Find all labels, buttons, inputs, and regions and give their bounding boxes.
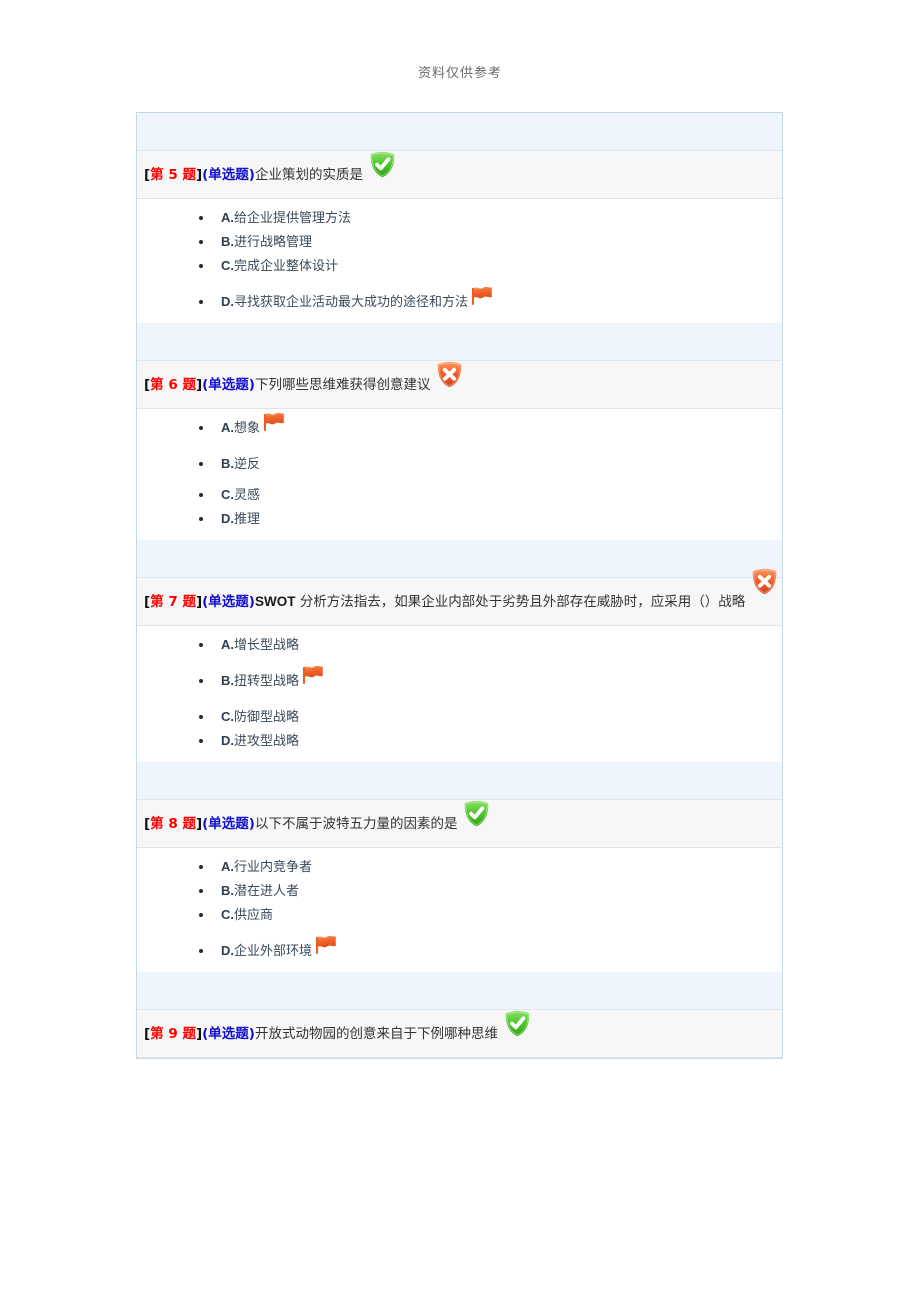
shield-x-icon — [436, 361, 463, 388]
option-item[interactable]: C.完成企业整体设计 — [199, 257, 782, 275]
option-letter: A. — [221, 859, 234, 874]
question-options-row: A.给企业提供管理方法 B.进行战略管理 C.完成企业整体设计 D.寻找获取企业活动最… — [137, 199, 782, 323]
option-item[interactable]: D.推理 — [199, 510, 782, 528]
question-type-label: (单选题) — [202, 594, 255, 610]
option-text: 推理 — [234, 512, 261, 527]
option-text: 行业内竞争者 — [234, 860, 313, 875]
shield-check-icon — [463, 800, 490, 827]
quiz-question-table: [第 5 题](单选题)企业策划的实质是 A.给企业提供管理方法 B.进行战略管理 C… — [136, 112, 783, 1059]
option-text: 完成企业整体设计 — [234, 259, 339, 274]
question-stem: [第 5 题](单选题)企业策划的实质是 — [144, 151, 396, 183]
question-type-label: (单选题) — [202, 377, 255, 393]
question-stem: [第 9 题](单选题)开放式动物园的创意来自于下例哪种思维 — [144, 1010, 531, 1042]
option-item[interactable]: A.想象 — [199, 412, 782, 437]
option-item[interactable]: B.扭转型战略 — [199, 665, 782, 690]
option-item[interactable]: C.灵感 — [199, 486, 782, 504]
option-letter: C. — [221, 487, 234, 502]
question-stem: [第 6 题](单选题)下列哪些思维难获得创意建议 — [144, 361, 463, 393]
option-text: 给企业提供管理方法 — [234, 211, 352, 226]
shield-check-icon — [369, 151, 396, 178]
question-stem: [第 7 题](单选题)SWOT 分析方法指去，如果企业内部处于劣势且外部存在威… — [144, 594, 745, 610]
option-item[interactable]: A.给企业提供管理方法 — [199, 209, 782, 227]
question-number: 第 8 题 — [150, 816, 196, 832]
question-number: 第 9 题 — [150, 1026, 196, 1042]
question-header-row: [第 7 题](单选题)SWOT 分析方法指去，如果企业内部处于劣势且外部存在威… — [137, 569, 782, 626]
flag-icon — [261, 409, 287, 435]
option-letter: B. — [221, 234, 234, 249]
option-letter: B. — [221, 673, 234, 688]
question-number: 第 5 题 — [150, 167, 196, 183]
flag-icon — [469, 283, 495, 309]
question-stem-text: 开放式动物园的创意来自于下例哪种思维 — [254, 1026, 498, 1042]
option-letter: A. — [221, 420, 234, 435]
option-text: 进攻型战略 — [234, 734, 300, 749]
option-letter: C. — [221, 258, 234, 273]
option-item[interactable]: C.供应商 — [199, 906, 782, 924]
question-stem-text: 企业策划的实质是 — [254, 167, 363, 183]
question-number: 第 7 题 — [150, 594, 196, 610]
question-header-row: [第 5 题](单选题)企业策划的实质是 — [137, 151, 782, 199]
option-text: 寻找获取企业活动最大成功的途径和方法 — [234, 295, 469, 310]
option-item[interactable]: C.防御型战略 — [199, 708, 782, 726]
option-item[interactable]: B.进行战略管理 — [199, 233, 782, 251]
option-letter: D. — [221, 943, 234, 958]
option-text: 潜在进人者 — [234, 884, 300, 899]
question-stem: [第 8 题](单选题)以下不属于波特五力量的因素的是 — [144, 800, 490, 832]
option-text: 逆反 — [234, 457, 261, 472]
page-header-note: 资料仅供参考 — [417, 66, 502, 81]
option-item[interactable]: B.逆反 — [199, 455, 782, 473]
option-text: 扭转型战略 — [234, 674, 300, 689]
flag-icon — [300, 662, 326, 688]
flag-icon — [313, 932, 339, 958]
option-letter: A. — [221, 210, 234, 225]
question-type-label: (单选题) — [202, 816, 255, 832]
question-number: 第 6 题 — [150, 377, 196, 393]
option-item[interactable]: B.潜在进人者 — [199, 882, 782, 900]
option-list: A.行业内竞争者 B.潜在进人者 C.供应商 D.企业外部环境 — [137, 858, 782, 960]
question-stem-text: 下列哪些思维难获得创意建议 — [254, 377, 431, 393]
option-text: 供应商 — [234, 908, 274, 923]
shield-x-icon — [751, 568, 778, 595]
section-spacer-bar — [137, 972, 782, 1010]
option-list: A.想象 B.逆反 C.灵感 D.推理 — [137, 412, 782, 528]
question-header-row: [第 8 题](单选题)以下不属于波特五力量的因素的是 — [137, 800, 782, 848]
option-text: 进行战略管理 — [234, 235, 313, 250]
question-stem-text: 分析方法指去，如果企业内部处于劣势且外部存在威胁时，应采用（）战略 — [295, 594, 746, 610]
question-header-row: [第 6 题](单选题)下列哪些思维难获得创意建议 — [137, 361, 782, 409]
option-letter: D. — [221, 733, 234, 748]
option-text: 企业外部环境 — [234, 944, 313, 959]
option-letter: B. — [221, 456, 234, 471]
option-letter: D. — [221, 511, 234, 526]
question-type-label: (单选题) — [202, 1026, 255, 1042]
section-spacer-bar — [137, 113, 782, 151]
option-list: A.给企业提供管理方法 B.进行战略管理 C.完成企业整体设计 D.寻找获取企业活动最… — [137, 209, 782, 311]
option-letter: D. — [221, 294, 234, 309]
question-header-row: [第 9 题](单选题)开放式动物园的创意来自于下例哪种思维 — [137, 1010, 782, 1058]
option-list: A.增长型战略 B.扭转型战略 C.防御型战略 D.进攻型战略 — [137, 636, 782, 750]
question-options-row: A.增长型战略 B.扭转型战略 C.防御型战略 D.进攻型战略 — [137, 626, 782, 762]
question-options-row: A.想象 B.逆反 C.灵感 D.推理 — [137, 409, 782, 540]
section-spacer-bar — [137, 540, 782, 578]
option-item[interactable]: A.行业内竞争者 — [199, 858, 782, 876]
question-type-label: (单选题) — [202, 167, 255, 183]
option-letter: A. — [221, 637, 234, 652]
question-options-row: A.行业内竞争者 B.潜在进人者 C.供应商 D.企业外部环境 — [137, 848, 782, 972]
option-letter: C. — [221, 907, 234, 922]
section-spacer-bar — [137, 323, 782, 361]
option-item[interactable]: D.企业外部环境 — [199, 935, 782, 960]
option-text: 防御型战略 — [234, 710, 300, 725]
question-status-icon-right — [745, 569, 778, 602]
option-text: 想象 — [234, 421, 261, 436]
question-stem-emphasis: SWOT — [254, 594, 296, 609]
section-spacer-bar — [137, 762, 782, 800]
option-text: 增长型战略 — [234, 638, 300, 653]
option-text: 灵感 — [234, 488, 261, 503]
option-letter: B. — [221, 883, 234, 898]
option-item[interactable]: A.增长型战略 — [199, 636, 782, 654]
option-item[interactable]: D.进攻型战略 — [199, 732, 782, 750]
question-stem-text: 以下不属于波特五力量的因素的是 — [254, 816, 458, 832]
option-item[interactable]: D.寻找获取企业活动最大成功的途径和方法 — [199, 286, 782, 311]
shield-check-icon — [504, 1010, 531, 1037]
option-letter: C. — [221, 709, 234, 724]
